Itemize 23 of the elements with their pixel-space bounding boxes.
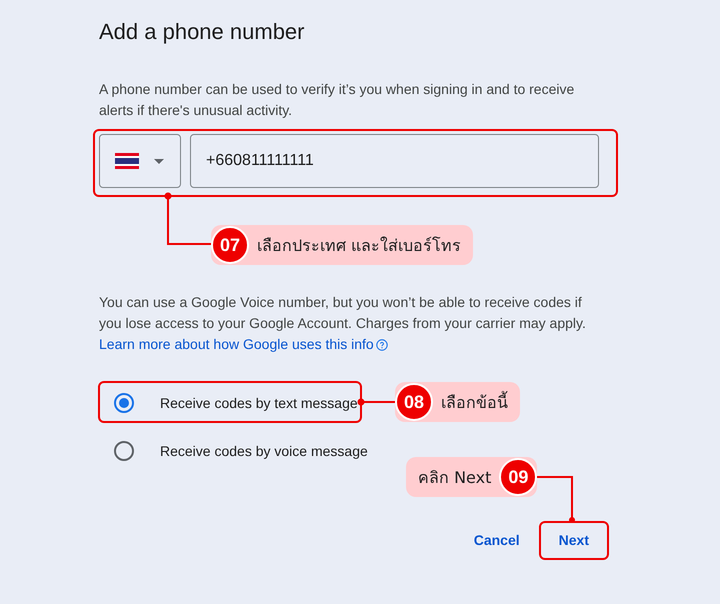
caret-icon xyxy=(154,158,164,164)
help-icon xyxy=(376,338,388,350)
flag-icon xyxy=(115,153,139,169)
callout-text: เลือกประเทศ และใส่เบอร์โทร xyxy=(257,234,462,256)
callout-text: เลือกข้อนี้ xyxy=(441,390,508,414)
highlight-frame xyxy=(539,521,609,560)
cancel-button[interactable]: Cancel xyxy=(462,524,532,556)
radio-button[interactable] xyxy=(114,393,134,413)
option-label: Receive codes by text message xyxy=(160,395,358,411)
notice-text: You can use a Google Voice number, but you won’t be able to receive codes if you lose access to your Google Account. Charges from your carrier may apply. xyxy=(99,294,586,331)
page-title: Add a phone number xyxy=(99,18,306,46)
radio-button[interactable] xyxy=(114,441,134,461)
step-number-badge: 08 xyxy=(395,383,433,421)
option-label: Receive codes by voice message xyxy=(160,443,368,459)
description-text: A phone number can be used to verify it’s you when signing in and to receive alerts if there's unusual activity. xyxy=(99,80,576,120)
phone-input-field[interactable]: +660811111111 xyxy=(190,134,599,188)
learn-more-link[interactable]: Learn more about how Google uses this info xyxy=(99,334,388,355)
country-select[interactable] xyxy=(99,134,181,188)
leader-line xyxy=(358,398,398,406)
step-number-badge: 07 xyxy=(211,226,249,264)
callout-text: คลิก Next xyxy=(418,466,492,488)
next-button[interactable]: Next xyxy=(544,524,604,556)
step-number-badge: 09 xyxy=(499,458,538,496)
